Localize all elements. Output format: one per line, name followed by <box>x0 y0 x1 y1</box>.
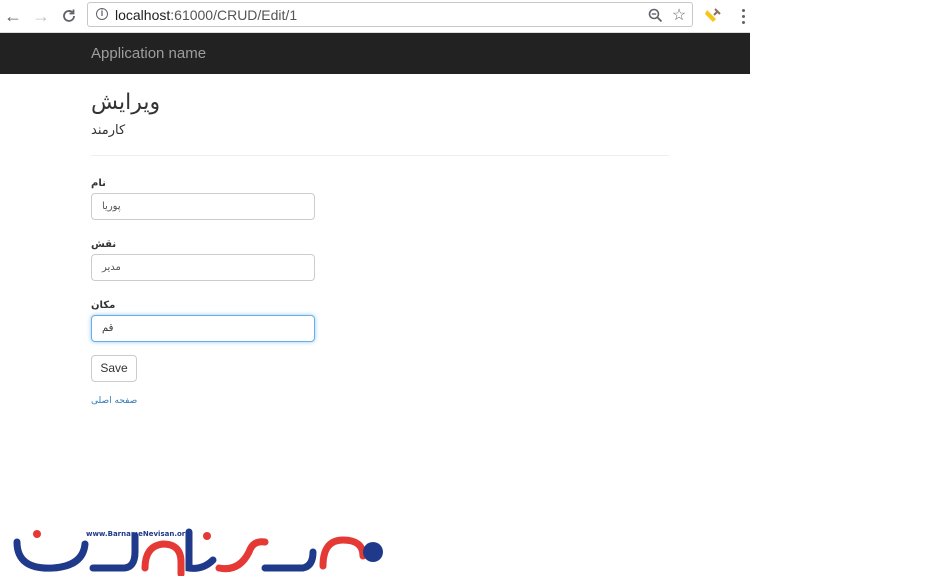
forward-icon[interactable]: → <box>30 5 52 27</box>
logo-url-text: www.BarnameNevisan.org <box>86 530 191 538</box>
url-text: localhost:61000/CRUD/Edit/1 <box>115 7 298 23</box>
app-navbar: Application name <box>0 33 750 74</box>
back-icon[interactable]: ← <box>2 5 24 27</box>
location-field[interactable]: قم <box>91 315 315 342</box>
brand-link[interactable]: Application name <box>91 45 206 62</box>
role-label: نقش <box>91 239 117 250</box>
name-field[interactable]: پوریا <box>91 193 315 220</box>
back-to-home-link[interactable]: صفحه اصلی <box>91 396 137 406</box>
location-label: مکان <box>91 300 116 311</box>
info-icon[interactable]: i <box>96 8 108 20</box>
address-bar[interactable]: i localhost:61000/CRUD/Edit/1 ☆ <box>87 2 693 27</box>
extension-broom-icon[interactable] <box>703 5 723 25</box>
bookmark-star-icon[interactable]: ☆ <box>669 5 689 25</box>
role-field[interactable]: مدیر <box>91 254 315 281</box>
name-label: نام <box>91 178 106 189</box>
browser-menu-icon[interactable] <box>736 5 750 27</box>
save-button[interactable]: Save <box>91 355 137 382</box>
zoom-icon[interactable] <box>645 5 665 25</box>
page-subtitle: کارمند <box>91 123 126 138</box>
page-title: ویرایش <box>91 90 161 115</box>
reload-icon[interactable] <box>58 5 80 27</box>
divider <box>91 155 669 156</box>
browser-toolbar: ← → i localhost:61000/CRUD/Edit/1 ☆ <box>0 0 750 33</box>
barnamenevisan-logo: www.BarnameNevisan.org <box>13 522 385 578</box>
